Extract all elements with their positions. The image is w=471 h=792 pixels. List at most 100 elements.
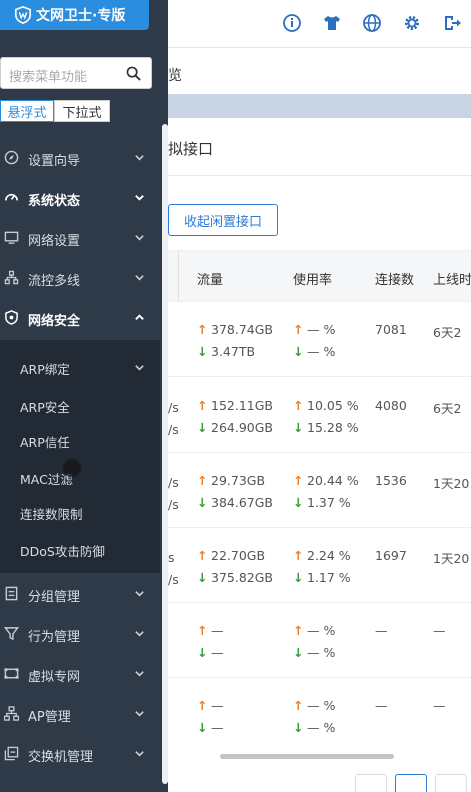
chevron-up-icon [135, 314, 144, 320]
sidebar-item-behavior-management[interactable]: 行为管理 [0, 614, 160, 654]
table-header: 流量 使用率 连接数 上线时 [168, 250, 471, 302]
arrow-down-icon: ↓ [197, 420, 208, 435]
arrow-up-icon: ↑ [197, 698, 208, 713]
arrow-up-icon: ↑ [293, 698, 304, 713]
header-usage[interactable]: 使用率 [293, 269, 332, 288]
card-divider [168, 175, 471, 176]
tab-bar-divider [168, 94, 471, 118]
rate-up-suffix: /s [168, 400, 179, 415]
header-connections[interactable]: 连接数 [375, 269, 414, 288]
usage-down-value: 15.28 % [307, 420, 359, 435]
arrow-down-icon: ↓ [197, 570, 208, 585]
sidebar-item-label: 行为管理 [28, 630, 81, 645]
traffic-down-value: 264.90GB [211, 420, 273, 435]
arrow-up-icon: ↑ [197, 322, 208, 337]
sidebar-item-ap-management[interactable]: AP管理 [0, 694, 160, 734]
arrow-up-icon: ↑ [197, 548, 208, 563]
info-icon[interactable] [282, 13, 302, 33]
arrow-down-icon: ↓ [293, 570, 304, 585]
chevron-down-icon [135, 275, 144, 281]
brand-title: 文网卫士·专版 [36, 8, 126, 24]
submenu-item-arp-trust[interactable]: ARP信任 [20, 432, 70, 451]
logout-icon[interactable] [442, 13, 462, 33]
arrow-up-icon: ↑ [293, 623, 304, 638]
connection-count: 4080 [375, 398, 407, 413]
pager-prev-button[interactable] [355, 774, 387, 792]
sidebar-item-label: 虚拟专网 [28, 670, 81, 685]
online-time: 6天2 [433, 401, 462, 416]
search-placeholder: 搜索菜单功能 [9, 70, 88, 85]
ap-icon [4, 706, 19, 721]
usage-up: ↑ 2.24 % [293, 548, 351, 563]
sidebar-item-label: 交换机管理 [28, 750, 94, 765]
arrow-down-icon: ↓ [293, 720, 304, 735]
collapse-idle-interfaces-button[interactable]: 收起闲置接口 [168, 204, 278, 236]
pager-page-button[interactable] [395, 774, 427, 792]
submenu-item-connection-limit[interactable]: 连接数限制 [20, 504, 83, 523]
traffic-up: ↑ 378.74GB [197, 322, 273, 337]
arrow-down-icon: ↓ [293, 645, 304, 660]
traffic-down: ↓ 3.47TB [197, 344, 255, 359]
table-row[interactable]: s/s ↑ 22.70GB ↓ 375.82GB ↑ 2.24 % ↓ 1.17 % 1697 1天… [168, 528, 471, 603]
header-online-time[interactable]: 上线时 [433, 269, 471, 288]
menu-search-input[interactable]: 搜索菜单功能 [0, 57, 152, 89]
traffic-up-value: — [211, 623, 224, 638]
online-time: 1天20 [433, 551, 470, 566]
arrow-up-icon: ↑ [293, 548, 304, 563]
table-row[interactable]: /s/s ↑ 152.11GB ↓ 264.90GB ↑ 10.05 % ↓ 15.28 % 40… [168, 378, 471, 453]
vpn-icon [4, 668, 19, 679]
menu-mode-dropdown-button[interactable]: 下拉式 [54, 100, 110, 122]
sidebar-scrollbar[interactable] [162, 124, 168, 784]
arrow-down-icon: ↓ [293, 420, 304, 435]
sidebar-item-label: 系统状态 [28, 194, 81, 209]
arrow-up-icon: ↑ [293, 322, 304, 337]
arrow-down-icon: ↓ [197, 645, 208, 660]
submenu-item-ddos-defense[interactable]: DDoS攻击防御 [20, 541, 105, 560]
submenu-item-arp-binding[interactable]: ARP绑定 [20, 359, 70, 378]
table-row[interactable]: ↑ 378.74GB ↓ 3.47TB ↑ — % ↓ — % 7081 6天2 [168, 302, 471, 377]
globe-icon[interactable] [362, 13, 382, 33]
usage-down: ↓ — % [293, 720, 335, 735]
rate-up-suffix: s [168, 550, 175, 565]
table-row[interactable]: ↑ — ↓ — ↑ — % ↓ — % — — [168, 678, 471, 753]
usage-up: ↑ — % [293, 698, 335, 713]
traffic-up: ↑ 22.70GB [197, 548, 265, 563]
connection-count: — [375, 623, 388, 638]
sidebar-item-switch-management[interactable]: 交换机管理 [0, 734, 160, 774]
sidebar-item-setup-wizard[interactable]: 设置向导 [0, 138, 160, 178]
arrow-down-icon: ↓ [293, 344, 304, 359]
sidebar-item-flow-control[interactable]: 流控多线 [0, 258, 160, 298]
pager-next-button[interactable] [435, 774, 467, 792]
arrow-up-icon: ↑ [293, 473, 304, 488]
submenu-item-arp-security[interactable]: ARP安全 [20, 397, 70, 416]
gear-icon[interactable] [402, 13, 422, 33]
tab-overview[interactable]: 览 [168, 65, 182, 85]
traffic-up: ↑ — [197, 623, 224, 638]
chevron-down-icon [135, 235, 144, 241]
traffic-down: ↓ 384.67GB [197, 495, 273, 510]
sidebar-item-label: AP管理 [28, 710, 71, 725]
brand-header: 文网卫士·专版 [0, 0, 149, 30]
traffic-down: ↓ 264.90GB [197, 420, 273, 435]
table-row[interactable]: /s/s ↑ 29.73GB ↓ 384.67GB ↑ 20.44 % ↓ 1.37 % 1536… [168, 453, 471, 528]
sidebar-item-network-settings[interactable]: 网络设置 [0, 218, 160, 258]
menu-mode-float-button[interactable]: 悬浮式 [0, 100, 54, 122]
traffic-up-value: 22.70GB [211, 548, 266, 563]
shirt-icon[interactable] [322, 13, 342, 33]
table-row[interactable]: ↑ — ↓ — ↑ — % ↓ — % — — [168, 603, 471, 678]
sidebar-item-group-management[interactable]: 分组管理 [0, 574, 160, 614]
header-separator [178, 250, 179, 302]
search-icon[interactable] [126, 66, 141, 81]
sidebar-item-network-security[interactable]: 网络安全 [0, 298, 160, 338]
arrow-down-icon: ↓ [293, 495, 304, 510]
sidebar-item-system-status[interactable]: 系统状态 [0, 178, 160, 218]
connection-count: 1697 [375, 548, 407, 563]
network-icon [4, 270, 19, 285]
monitor-icon [4, 231, 19, 244]
traffic-up: ↑ — [197, 698, 224, 713]
horizontal-scrollbar[interactable] [220, 754, 394, 759]
sidebar-item-vpn[interactable]: 虚拟专网 [0, 654, 160, 694]
header-traffic[interactable]: 流量 [197, 269, 223, 288]
online-time: 6天2 [433, 325, 462, 340]
chevron-down-icon [135, 711, 144, 717]
